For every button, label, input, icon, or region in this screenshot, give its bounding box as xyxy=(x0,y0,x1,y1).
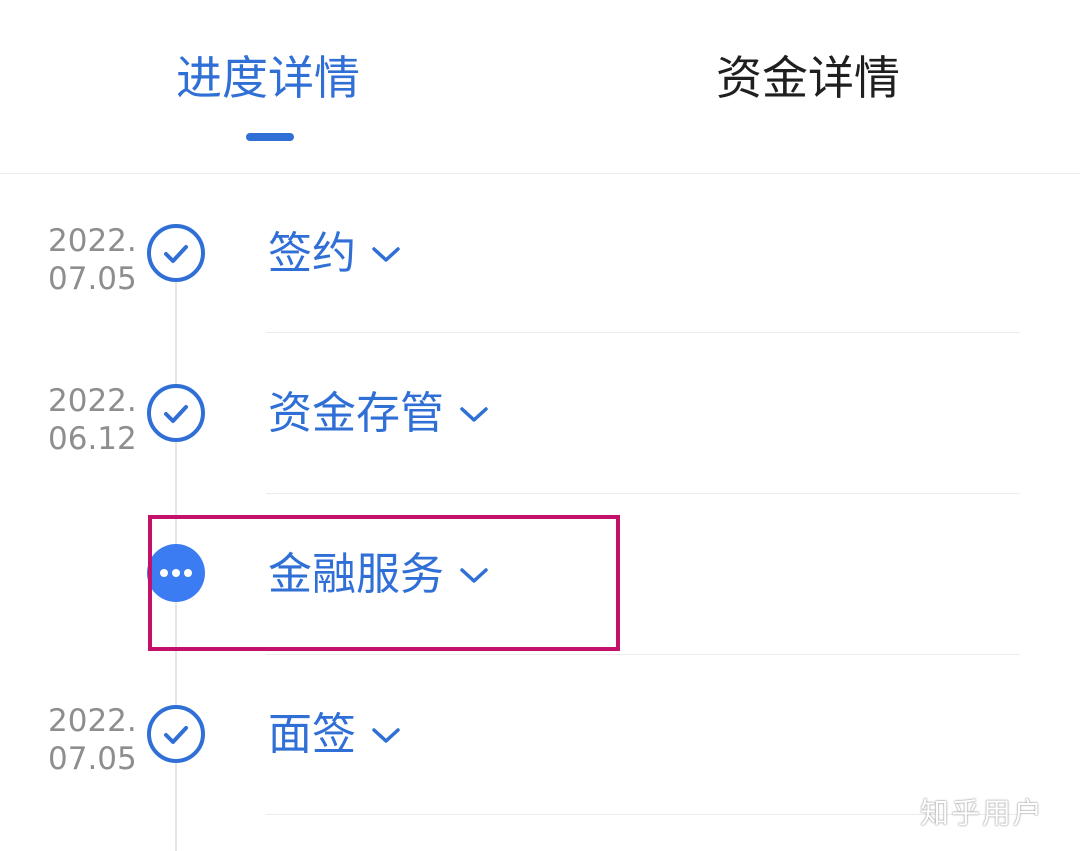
chevron-down-icon xyxy=(372,728,400,743)
chevron-down-icon xyxy=(460,407,488,422)
row-divider xyxy=(266,332,1020,333)
step-title: 面签 xyxy=(268,709,356,760)
step-date-year: 2022. xyxy=(48,703,137,739)
chevron-down-icon xyxy=(372,247,400,262)
step-title: 资金存管 xyxy=(268,388,444,439)
active-tab-indicator xyxy=(246,133,294,141)
step-signing[interactable]: 签约 xyxy=(268,224,402,284)
watermark-text: 知乎用户 xyxy=(920,796,1045,830)
step-date-year: 2022. xyxy=(48,223,137,259)
step-date-day: 07.05 xyxy=(48,261,137,297)
step-title: 签约 xyxy=(268,228,356,279)
check-circle-icon xyxy=(147,224,205,282)
check-circle-icon xyxy=(147,705,205,763)
row-divider xyxy=(266,493,1020,494)
tab-progress-details[interactable]: 进度详情 xyxy=(176,48,360,108)
step-date-year: 2022. xyxy=(48,383,137,419)
tab-fund-details[interactable]: 资金详情 xyxy=(716,48,900,108)
tab-bar: 进度详情 资金详情 xyxy=(0,0,1080,174)
highlight-annotation-box xyxy=(148,515,620,651)
row-divider xyxy=(266,654,1020,655)
step-date-day: 06.12 xyxy=(48,421,137,457)
step-date: 2022. 06.12 xyxy=(48,382,138,458)
check-circle-icon xyxy=(147,384,205,442)
step-face-sign[interactable]: 面签 xyxy=(268,705,402,765)
step-date: 2022. 07.05 xyxy=(48,222,138,298)
step-date: 2022. 07.05 xyxy=(48,702,138,778)
step-fund-custody[interactable]: 资金存管 xyxy=(268,384,490,444)
step-date-day: 07.05 xyxy=(48,741,137,777)
row-divider xyxy=(266,814,1020,815)
